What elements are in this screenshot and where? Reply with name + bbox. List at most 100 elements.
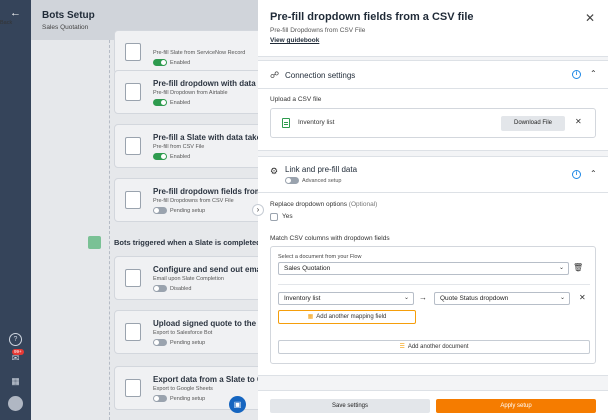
bot-card[interactable]: Pre-fill Slate from ServiceNow Record En… [114, 30, 258, 74]
panel-title: Pre-fill dropdown fields from a CSV file [270, 11, 474, 23]
info-icon[interactable]: i [572, 170, 581, 179]
info-icon[interactable]: i [572, 70, 581, 79]
bot-toggle[interactable] [153, 99, 167, 106]
back-button[interactable]: ← Back [0, 7, 31, 27]
collapse-panel-chevron-icon[interactable]: › [252, 204, 264, 216]
guidebook-link[interactable]: View guidebook [270, 37, 319, 44]
save-settings-button[interactable]: Save settings [270, 399, 430, 413]
chevron-down-icon: ⌄ [559, 295, 565, 301]
section-title: Connection settings [285, 71, 356, 80]
link-prefill-header[interactable]: ⚙ Link and pre-fill data Advanced setup … [258, 157, 608, 193]
bot-card-status: Enabled [153, 153, 190, 160]
bot-card-title: Pre-fill dropdown with data ta [153, 79, 258, 88]
divider [278, 284, 590, 285]
replace-options-label: Replace dropdown options (Optional) [270, 201, 378, 208]
bot-card-title: Pre-fill dropdown fields from a [153, 187, 258, 196]
bot-toggle[interactable] [153, 59, 167, 66]
bot-toggle[interactable] [153, 339, 167, 346]
calendar-icon[interactable]: ▦ [9, 375, 22, 388]
csv-column-select[interactable]: Inventory list ⌄ [278, 292, 414, 305]
bot-card[interactable]: Pre-fill a Slate with data taken Pre-fil… [114, 124, 258, 168]
panel-header: Pre-fill dropdown fields from a CSV file… [258, 0, 608, 57]
bot-card-status: Pending setup [153, 395, 205, 402]
advanced-setup-toggle-row: Advanced setup [285, 177, 341, 184]
document-mapping-box: Select a document from your Flow Sales Q… [270, 246, 596, 364]
remove-mapping-close-icon[interactable]: ✕ [579, 293, 586, 302]
bot-card-status: Pending setup [153, 339, 205, 346]
bot-settings-panel: Pre-fill dropdown fields from a CSV file… [258, 0, 608, 420]
remove-file-close-icon[interactable]: ✕ [575, 117, 582, 126]
bot-card-title: Pre-fill a Slate with data taken [153, 133, 258, 142]
bot-card-status: Enabled [153, 59, 190, 66]
bot-app-icon [125, 43, 141, 61]
chevron-up-icon[interactable]: ⌃ [590, 169, 597, 178]
panel-footer: Save settings Apply setup [258, 390, 608, 420]
bot-card-subtitle: Pre-fill Dropdown from Airtable [153, 90, 228, 96]
add-mapping-field-button[interactable]: ▦ Add another mapping field [278, 310, 416, 324]
bot-card[interactable]: Configure and send out email Email upon … [114, 256, 258, 300]
back-label: Back [0, 20, 13, 26]
panel-subtitle: Pre-fill Dropdowns from CSV File [270, 27, 366, 34]
bot-card[interactable]: Pre-fill dropdown fields from a Pre-fill… [114, 178, 258, 222]
bot-card-status: Enabled [153, 99, 190, 106]
bot-card-subtitle: Export to Google Sheets [153, 386, 213, 392]
section-icon [88, 236, 101, 249]
back-arrow-icon: ← [10, 7, 21, 19]
trash-icon[interactable]: 🗑 [573, 263, 583, 272]
section-title: Link and pre-fill data [285, 165, 358, 174]
bots-setup-page: Bots Setup Sales Quotation Pre-fill Slat… [31, 0, 258, 420]
add-document-button[interactable]: ☰ Add another document [278, 340, 590, 354]
notification-badge: 99+ [12, 349, 24, 355]
email-icon [125, 269, 141, 287]
bot-card[interactable]: Pre-fill dropdown with data ta Pre-fill … [114, 70, 258, 114]
flow-connector-line [109, 40, 110, 420]
chat-icon[interactable]: ▣ [229, 396, 246, 413]
replace-options-checkbox[interactable] [270, 213, 278, 221]
bot-card-subtitle: Export to Salesforce Bot [153, 330, 213, 336]
apply-setup-button[interactable]: Apply setup [436, 399, 596, 413]
bot-card-subtitle: Pre-fill Slate from ServiceNow Record [153, 50, 246, 56]
bot-card-title: Upload signed quote to the re [153, 319, 258, 328]
bot-card-subtitle: Email upon Slate Completion [153, 276, 224, 282]
chevron-up-icon[interactable]: ⌃ [590, 69, 597, 78]
bot-toggle[interactable] [153, 153, 167, 160]
page-title: Bots Setup [42, 10, 95, 21]
match-columns-label: Match CSV columns with dropdown fields [270, 235, 390, 242]
bot-card-status: Pending setup [153, 207, 205, 214]
yes-label: Yes [282, 213, 293, 220]
add-document-icon: ☰ [399, 344, 405, 350]
bot-toggle[interactable] [153, 395, 167, 402]
document-select[interactable]: Sales Quotation ⌄ [278, 262, 569, 275]
bot-card-title: Export data from a Slate to Go [153, 375, 258, 384]
bot-card-title: Configure and send out email [153, 265, 258, 274]
uploaded-file-row: Inventory list Download File ✕ [270, 108, 596, 138]
link-icon: ☍ [270, 70, 280, 80]
gear-icon: ⚙ [270, 166, 279, 176]
connection-settings-header[interactable]: ☍ Connection settings i ⌃ [258, 61, 608, 89]
chevron-down-icon: ⌄ [403, 295, 409, 301]
download-file-button[interactable]: Download File [501, 116, 565, 131]
bot-toggle[interactable] [153, 207, 167, 214]
airtable-icon [125, 83, 141, 101]
close-icon[interactable]: ✕ [585, 11, 595, 25]
document-select-label: Select a document from your Flow [278, 254, 362, 260]
bot-card[interactable]: Upload signed quote to the re Export to … [114, 310, 258, 354]
dropdown-field-select[interactable]: Quote Status dropdown ⌄ [434, 292, 570, 305]
add-field-icon: ▦ [307, 314, 314, 320]
csv-file-icon [125, 191, 141, 209]
csv-file-icon [282, 118, 290, 128]
help-icon[interactable]: ? [9, 333, 22, 346]
bot-toggle[interactable] [153, 285, 167, 292]
nav-rail: ← Back ? ✉ 99+ ▦ [0, 0, 31, 420]
advanced-setup-toggle[interactable] [285, 177, 299, 184]
salesforce-icon [125, 323, 141, 341]
arrow-right-icon: → [419, 293, 427, 302]
notifications-icon[interactable]: ✉ 99+ [9, 349, 24, 365]
avatar[interactable] [8, 396, 23, 411]
file-name: Inventory list [298, 119, 335, 126]
bot-card-subtitle: Pre-fill Dropdowns from CSV File [153, 198, 234, 204]
google-sheets-icon [125, 379, 141, 397]
page-subtitle: Sales Quotation [42, 24, 89, 31]
upload-csv-label: Upload a CSV file [270, 96, 322, 103]
bot-card-status: Disabled [153, 285, 191, 292]
